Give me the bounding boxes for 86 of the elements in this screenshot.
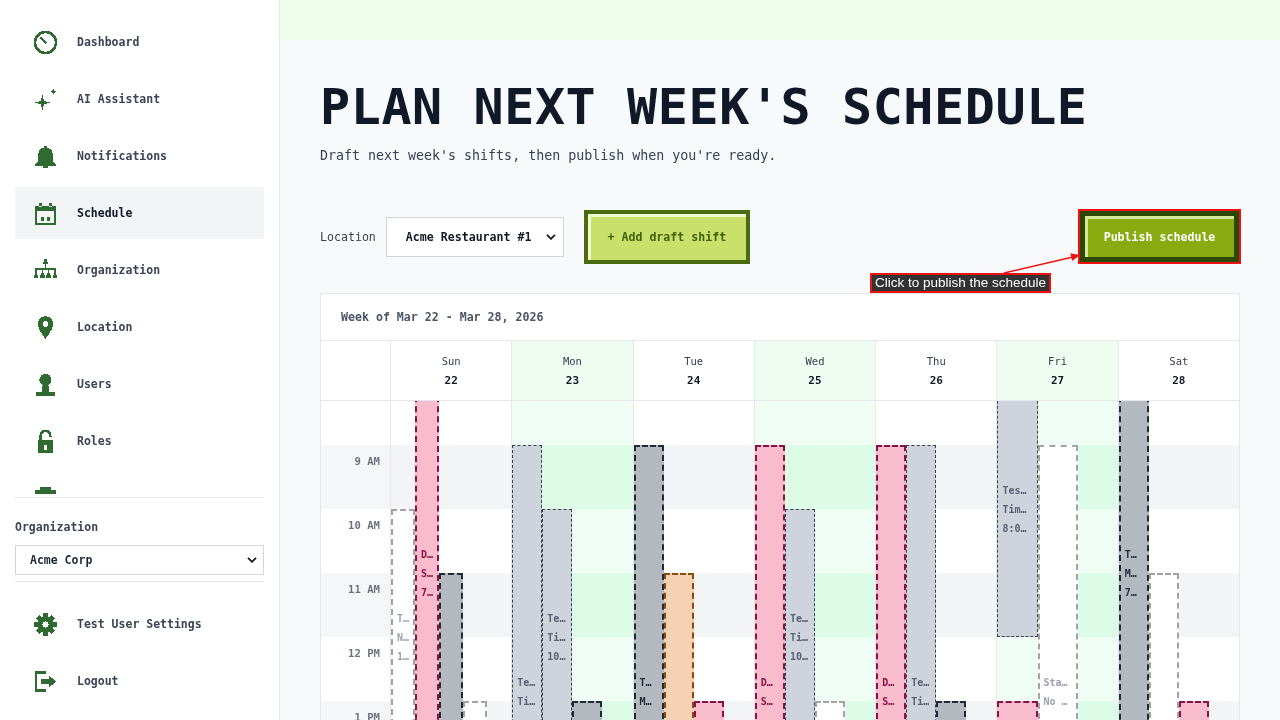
shift-block[interactable]: Te… Ti… — [512, 445, 543, 720]
shift-text: D… — [882, 675, 895, 690]
shift-text: Ti… — [789, 630, 808, 645]
nav-item[interactable]: Users — [15, 358, 264, 410]
day-date: 26 — [929, 372, 943, 389]
add-shift-button[interactable]: + Add draft shift — [583, 209, 750, 264]
week-label: Week of Mar 22 - Mar 28, 2026 — [341, 310, 544, 324]
shift-text: N… — [397, 630, 410, 645]
shift-block[interactable]: Te… Ti… 10… — [784, 509, 815, 720]
sparkle-icon — [33, 86, 58, 112]
day-date: 22 — [444, 372, 458, 389]
day-date: 28 — [1172, 372, 1186, 389]
page-subtitle: Draft next week's shifts, then publish when you're ready. — [320, 147, 777, 165]
nav-item[interactable]: Logout — [15, 655, 264, 707]
nav-item[interactable]: Roles — [15, 415, 264, 467]
nav-item[interactable]: Dashboard — [15, 16, 264, 68]
shift-text: 7… — [1124, 585, 1137, 600]
organization-select[interactable]: Acme Corp — [15, 545, 264, 575]
chevron-down-icon — [545, 233, 556, 240]
day-name: Wed — [805, 353, 825, 369]
tooltip: Click to publish the schedule — [870, 273, 1052, 293]
day-name: Mon — [562, 353, 582, 369]
nav-item[interactable]: Notifications — [15, 130, 264, 182]
gauge-icon — [33, 29, 58, 55]
shift-text: Te… — [789, 611, 808, 626]
shift-text: 10… — [547, 649, 566, 664]
shift-text: Te… — [547, 611, 566, 626]
settings-icon — [33, 611, 58, 637]
nav-item[interactable]: Organization — [15, 244, 264, 296]
logout-icon — [33, 668, 58, 694]
shift-text: Tes… — [1002, 483, 1027, 498]
shift-text: Ti… — [547, 630, 566, 645]
day-date: 24 — [687, 372, 701, 389]
shift-text: Tim… — [1002, 502, 1027, 517]
shift-text: D… — [760, 675, 773, 690]
shift-text: 8:0… — [1002, 521, 1027, 536]
shift-block[interactable]: Te… Ti… 10… — [542, 509, 573, 720]
shift-block[interactable]: D… S… — [876, 445, 907, 720]
day-date: 27 — [1050, 372, 1065, 389]
shift-text: S… — [760, 694, 773, 709]
time-label: 12 PM — [348, 647, 380, 659]
nav-item[interactable]: Schedule — [15, 187, 264, 239]
shift-text: Te… — [517, 675, 536, 690]
nav-item[interactable]: Location — [15, 301, 264, 353]
shift-block[interactable]: Te… Ti… — [906, 445, 937, 720]
page-title: PLAN NEXT WEEK'S SCHEDULE — [320, 82, 1088, 132]
shift-block[interactable]: T… M… — [633, 445, 664, 720]
shift-text: S… — [421, 566, 434, 581]
shift-block[interactable]: D… S… 7… — [415, 401, 440, 720]
bell-icon — [33, 143, 58, 169]
shift-text: Ti… — [911, 694, 930, 709]
time-label: 9 AM — [354, 455, 380, 467]
shift-text: 7… — [421, 585, 434, 600]
user-icon — [33, 371, 58, 397]
shift-text: T… — [639, 675, 652, 690]
shift-text: M… — [639, 694, 652, 709]
day-name: Fri — [1048, 353, 1068, 369]
shift-text: 1… — [397, 649, 410, 664]
location-select[interactable]: Acme Restaurant #1 — [385, 216, 564, 257]
day-date: 25 — [808, 372, 822, 389]
time-label: 10 AM — [348, 519, 380, 531]
location-label: Location — [320, 229, 376, 244]
shift-text: 10… — [789, 649, 808, 664]
day-name: Sat — [1169, 353, 1189, 369]
calendar-icon — [33, 200, 58, 226]
shift-text: No … — [1043, 694, 1068, 709]
shift-block[interactable]: Tes… Tim… 8:0… — [997, 401, 1038, 637]
time-label: 11 AM — [348, 583, 380, 595]
organization-label: Organization — [15, 519, 99, 536]
day-name: Tue — [684, 353, 704, 369]
day-name: Thu — [926, 353, 946, 369]
shift-block[interactable]: T… M… 7… — [1118, 401, 1149, 720]
nav-item[interactable]: AI Assistant — [15, 73, 264, 125]
shift-text: T… — [397, 611, 410, 626]
shift-text: D… — [421, 547, 434, 562]
shift-text: Sta… — [1043, 675, 1068, 690]
shift-block[interactable]: D… S… — [754, 445, 785, 720]
day-name: Sun — [441, 353, 461, 369]
nav-item[interactable]: Test User Settings — [15, 598, 264, 650]
shift-text: T… — [1124, 547, 1137, 562]
day-date: 23 — [565, 372, 580, 389]
shift-text: M… — [1124, 566, 1137, 581]
shift-text: Ti… — [517, 694, 536, 709]
chevron-down-icon — [247, 557, 257, 563]
shift-text: Te… — [911, 675, 930, 690]
shift-text: S… — [882, 694, 895, 709]
